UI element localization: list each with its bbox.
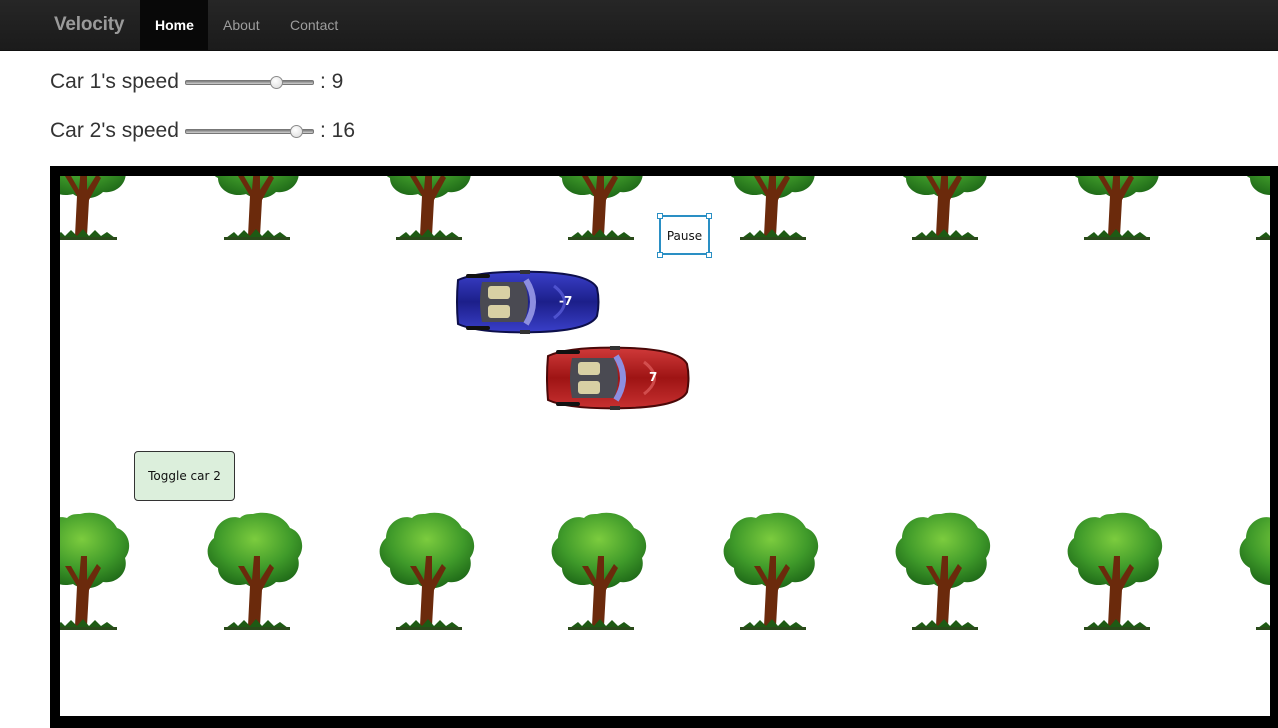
resize-handle[interactable] [706,213,712,219]
resize-handle[interactable] [657,252,663,258]
car1-speed-label: Car 1's speed [50,70,179,93]
resize-handle[interactable] [657,213,663,219]
car2-speed-slider[interactable] [185,125,314,138]
nav-about[interactable]: About [208,0,275,50]
red-car[interactable] [540,342,690,414]
pause-button[interactable]: Pause [659,215,710,255]
tree-icon [198,506,308,636]
tree-icon [542,176,652,246]
car2-speed-value: : 16 [320,119,356,142]
brand-logo[interactable]: Velocity [54,14,124,36]
red-car-value: 7 [649,370,658,384]
tree-icon [1230,506,1270,636]
car1-speed-slider[interactable] [185,76,314,89]
car1-slider-thumb[interactable] [270,76,284,89]
tree-icon [886,506,996,636]
car1-speed-value: : 9 [320,70,344,93]
tree-icon [370,506,480,636]
tree-icon [542,506,652,636]
tree-icon [1058,176,1168,246]
tree-icon [714,176,824,246]
resize-handle[interactable] [706,252,712,258]
nav-contact[interactable]: Contact [275,0,353,50]
tree-icon [886,176,996,246]
car2-slider-thumb[interactable] [289,125,303,138]
nav-home[interactable]: Home [140,0,208,50]
tree-icon [60,506,135,636]
car2-speed-label: Car 2's speed [50,119,179,142]
tree-icon [1230,176,1270,246]
tree-icon [198,176,308,246]
tree-icon [1058,506,1168,636]
navbar: Velocity Home About Contact [0,0,1278,51]
toggle-car2-button[interactable]: Toggle car 2 [134,451,235,501]
blue-car[interactable] [450,266,600,338]
game-frame: Pause -7 7 Toggle car 2 [50,166,1278,728]
tree-icon [60,176,135,246]
game-area[interactable]: Pause -7 7 Toggle car 2 [60,176,1270,716]
tree-icon [714,506,824,636]
blue-car-value: -7 [559,294,573,308]
tree-icon [370,176,480,246]
